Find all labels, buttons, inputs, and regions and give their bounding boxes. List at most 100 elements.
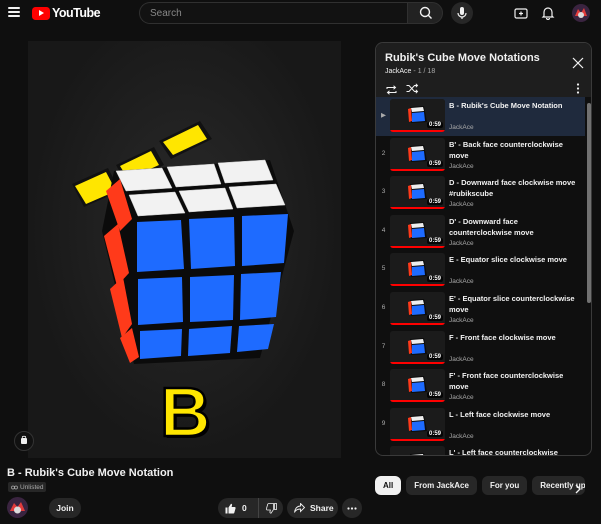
- playlist-item-thumbnail: 0:59: [390, 291, 445, 325]
- watch-progress-bar: [390, 400, 445, 403]
- playlist-item-thumbnail: 0:59: [390, 137, 445, 171]
- playlist-item[interactable]: 7 0:59 F - Front face clockwise move JackAc…: [376, 329, 585, 368]
- youtube-play-icon: [32, 6, 50, 20]
- playlist-title[interactable]: Rubik's Cube Move Notations: [385, 52, 540, 64]
- playlist-item-index: 6: [381, 303, 386, 311]
- playlist-item-title: L' - Left face counterclockwise move: [449, 448, 558, 456]
- duration-badge: 0:59: [426, 314, 443, 321]
- playlist-item-thumbnail: 0:59: [390, 407, 445, 441]
- playlist-item[interactable]: 8 0:59 F' - Front face counterclockwise mo…: [376, 367, 585, 406]
- channel-avatar-image: [7, 497, 28, 518]
- playlist-item-thumbnail: 0:59: [390, 330, 445, 364]
- watch-progress-bar: [390, 361, 445, 364]
- recommendation-chips: AllFrom JackAceFor youRecently uploaded: [375, 476, 586, 496]
- playlist-item-index: 5: [381, 265, 386, 273]
- playlist-item[interactable]: 9 0:59 L - Left face clockwise move JackAce: [376, 406, 585, 445]
- playlist-items: ▶ 0:59 B - Rubik's Cube Move Notation JackA…: [376, 97, 585, 456]
- watch-progress-bar: [390, 130, 445, 132]
- more-vertical-icon: [576, 83, 580, 94]
- playlist-item-channel: JackAce: [449, 124, 474, 131]
- playlist-item[interactable]: ▶ 0:59 B - Rubik's Cube Move Notation JackA…: [376, 97, 585, 136]
- menu-icon[interactable]: [8, 7, 20, 17]
- playlist-item-index: 7: [381, 342, 386, 350]
- playlist-item[interactable]: 5 0:59 E - Equator slice clockwise move Jac…: [376, 251, 585, 290]
- playlist-item-channel: JackAce: [449, 316, 474, 324]
- filter-chip[interactable]: From JackAce: [406, 476, 477, 495]
- playlist-item-title: B' - Back face counterclockwise move: [449, 139, 563, 160]
- filter-chip[interactable]: All: [375, 476, 402, 495]
- shuffle-playlist-button[interactable]: [406, 81, 419, 94]
- channel-avatar[interactable]: [7, 497, 28, 518]
- playlist-item-channel: JackAce: [449, 201, 474, 209]
- playlist-item[interactable]: 4 0:59 D' - Downward face counterclockwise…: [376, 213, 585, 252]
- duration-badge: 0:59: [426, 353, 443, 360]
- playlist-panel: Rubik's Cube Move Notations JackAce - 1 …: [375, 42, 592, 456]
- watch-progress-bar: [390, 207, 445, 210]
- watch-progress-bar: [390, 284, 445, 287]
- share-button[interactable]: Share: [287, 498, 338, 518]
- chips-next-button[interactable]: [573, 481, 583, 494]
- playlist-item-index: 2: [381, 149, 386, 157]
- watch-progress-bar: [390, 245, 445, 248]
- like-count: 0: [242, 503, 247, 513]
- close-playlist-button[interactable]: [572, 56, 584, 69]
- unlisted-label: Unlisted: [20, 483, 44, 491]
- watch-progress-bar: [390, 168, 445, 171]
- playlist-item[interactable]: 6 0:59 E' - Equator slice counterclockwise…: [376, 290, 585, 329]
- notifications-button[interactable]: [541, 5, 555, 21]
- playlist-item-index: ▶: [381, 112, 386, 119]
- playlist-item[interactable]: 2 0:59 B' - Back face counterclockwise mov…: [376, 136, 585, 175]
- duration-badge: 0:59: [426, 237, 443, 244]
- search-input[interactable]: [140, 3, 407, 24]
- unlisted-badge: Unlisted: [8, 482, 47, 492]
- playlist-item-title: E - Equator slice clockwise move: [449, 255, 567, 265]
- playlist-item-thumbnail: 0:59: [390, 99, 445, 132]
- playlist-meta: JackAce - 1 / 18: [385, 68, 435, 75]
- search-button[interactable]: [407, 2, 443, 24]
- playlist-item-channel: JackAce: [449, 278, 474, 286]
- playlist-item-channel: JackAce: [449, 432, 474, 440]
- duration-badge: 0:59: [426, 430, 443, 437]
- chevron-right-icon: [575, 484, 581, 494]
- playlist-scrollbar-thumb[interactable]: [587, 103, 591, 303]
- playlist-item-title: D' - Downward face counterclockwise move: [449, 216, 534, 237]
- save-to-playlist-button[interactable]: [14, 431, 34, 451]
- playlist-item-title: B - Rubik's Cube Move Notation: [449, 101, 563, 110]
- top-bar: YouTube: [0, 0, 601, 27]
- video-player[interactable]: B: [28, 41, 341, 458]
- playlist-item-thumbnail: 0:59: [390, 369, 445, 403]
- join-button[interactable]: Join: [49, 498, 81, 518]
- thumbs-up-icon: [225, 503, 236, 513]
- duration-badge: 0:59: [426, 160, 443, 167]
- create-button[interactable]: [514, 6, 528, 20]
- search-box: [139, 2, 407, 24]
- loop-playlist-button[interactable]: [385, 82, 398, 95]
- playlist-item[interactable]: 100:59L' - Left face counterclockwise mo…: [376, 444, 585, 456]
- voice-search-button[interactable]: [451, 2, 473, 24]
- playlist-item-index: 3: [381, 188, 386, 196]
- shuffle-icon: [406, 83, 419, 94]
- like-button[interactable]: 0: [218, 498, 259, 518]
- cube-thumbnail-image: [390, 446, 445, 455]
- youtube-logo[interactable]: YouTube: [32, 6, 101, 20]
- move-letter-overlay: B: [159, 373, 212, 451]
- microphone-icon: [457, 7, 467, 19]
- playlist-item-title: F - Front face clockwise move: [449, 332, 556, 342]
- share-label: Share: [310, 503, 334, 513]
- playlist-item[interactable]: 3 0:59 D - Downward face clockwise move #r…: [376, 174, 585, 213]
- playlist-item-title: F' - Front face counterclockwise move: [449, 371, 564, 392]
- dislike-button[interactable]: [259, 498, 283, 518]
- filter-chip[interactable]: For you: [481, 476, 528, 495]
- playlist-item-index: 8: [381, 381, 386, 389]
- playlist-menu-button[interactable]: [576, 81, 580, 94]
- account-avatar[interactable]: [572, 4, 590, 22]
- duration-badge: 0:59: [426, 122, 443, 128]
- playlist-channel[interactable]: JackAce: [385, 68, 411, 75]
- more-actions-button[interactable]: [342, 498, 362, 518]
- save-icon: [21, 435, 27, 444]
- loop-icon: [386, 85, 397, 95]
- playlist-item-channel: JackAce: [449, 394, 474, 402]
- playlist-item-thumbnail: 0:59: [390, 214, 445, 248]
- playlist-position: 1 / 18: [417, 68, 436, 75]
- like-dislike-group: 0: [218, 498, 283, 518]
